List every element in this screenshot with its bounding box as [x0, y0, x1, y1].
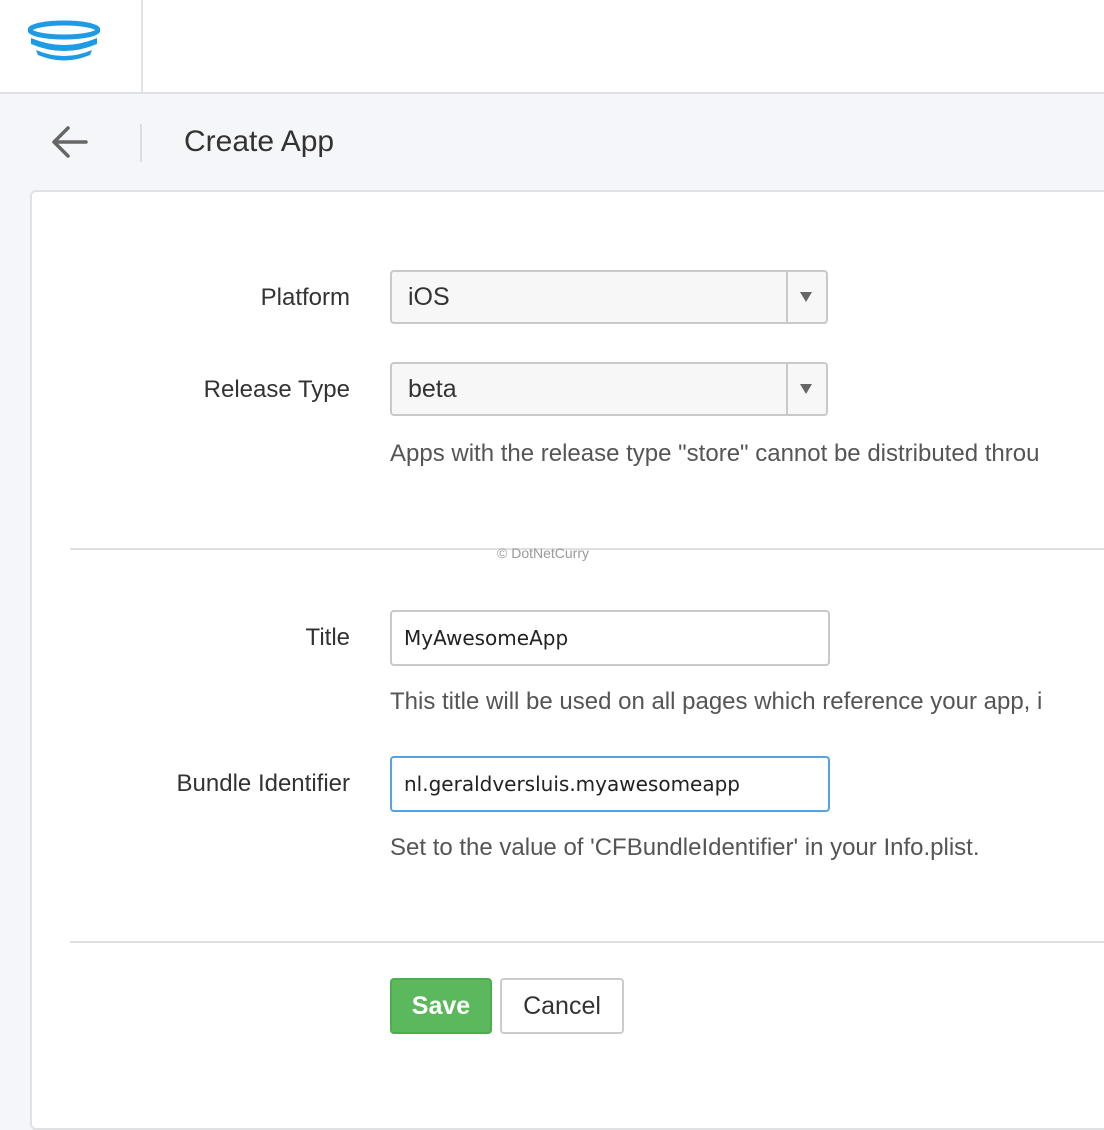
- platform-select[interactable]: iOS: [390, 270, 828, 324]
- caret-down-icon: [800, 384, 812, 394]
- save-button[interactable]: Save: [390, 978, 492, 1034]
- header-separator: [140, 124, 142, 162]
- title-input[interactable]: [390, 610, 830, 666]
- platform-value: iOS: [408, 283, 450, 311]
- platform-dropdown-toggle[interactable]: [786, 272, 826, 322]
- arrow-left-icon[interactable]: [50, 124, 90, 160]
- release-type-value: beta: [408, 375, 457, 403]
- logo-cell: [0, 0, 143, 92]
- bundle-identifier-help: Set to the value of 'CFBundleIdentifier'…: [390, 834, 980, 861]
- watermark: © DotNetCurry: [497, 545, 589, 561]
- platform-label: Platform: [260, 284, 350, 311]
- cancel-button[interactable]: Cancel: [500, 978, 624, 1034]
- stack-logo-icon[interactable]: [28, 20, 100, 64]
- bundle-identifier-input[interactable]: [390, 756, 830, 812]
- top-bar: [0, 0, 1104, 94]
- release-type-dropdown-toggle[interactable]: [786, 364, 826, 414]
- caret-down-icon: [800, 292, 812, 302]
- actions-divider: [70, 941, 1104, 943]
- title-help: This title will be used on all pages whi…: [390, 688, 1043, 715]
- release-type-help: Apps with the release type "store" canno…: [390, 440, 1040, 467]
- release-type-label: Release Type: [203, 376, 350, 403]
- release-type-select[interactable]: beta: [390, 362, 828, 416]
- bundle-identifier-label: Bundle Identifier: [176, 770, 350, 797]
- page-title: Create App: [184, 125, 335, 158]
- title-label: Title: [305, 624, 350, 651]
